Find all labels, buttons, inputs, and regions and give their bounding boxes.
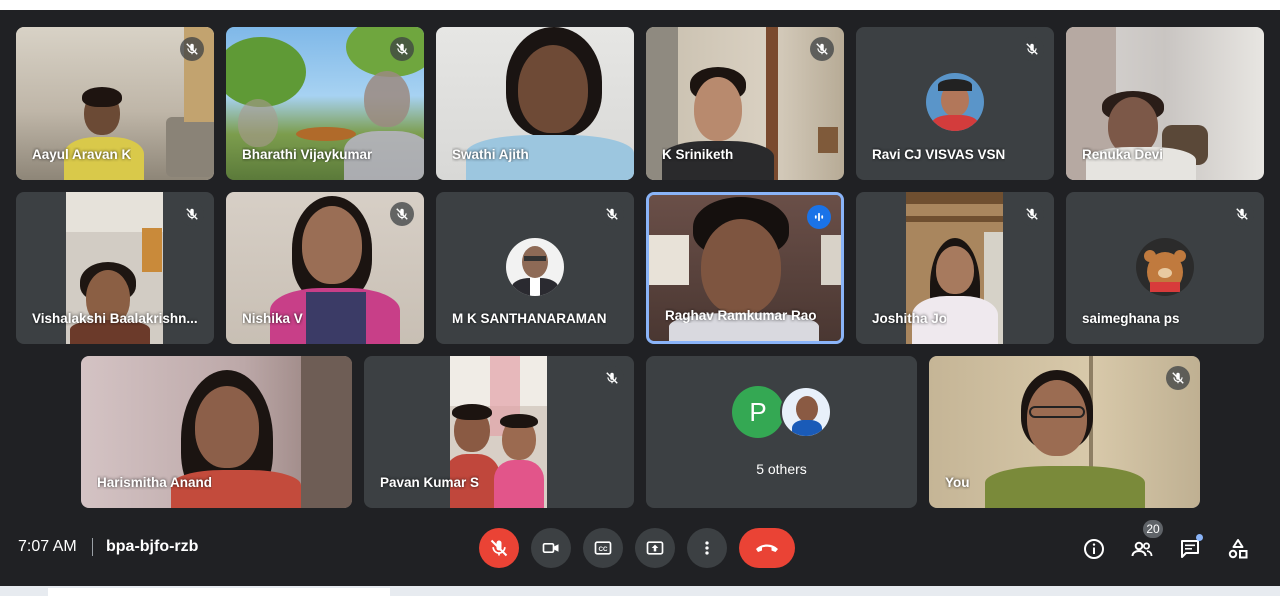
mic-off-icon bbox=[1020, 202, 1044, 226]
info-icon bbox=[1084, 539, 1104, 559]
meeting-controls-bar: 7:07 AM bpa-bjfo-rzb CC 20 bbox=[0, 516, 1280, 578]
self-tile[interactable]: You bbox=[929, 356, 1200, 508]
participant-tile-active-speaker[interactable]: Raghav Ramkumar Rao bbox=[646, 192, 844, 344]
participant-name: Swathi Ajith bbox=[452, 147, 529, 162]
participant-name: Renuka Devi bbox=[1082, 147, 1164, 162]
chat-notification-dot bbox=[1196, 534, 1203, 541]
present-button[interactable] bbox=[635, 528, 675, 568]
mic-off-icon bbox=[390, 202, 414, 226]
avatar bbox=[780, 386, 832, 438]
participant-tile[interactable]: K Sriniketh bbox=[646, 27, 844, 180]
participant-tile[interactable]: Joshitha Jo bbox=[856, 192, 1054, 344]
svg-text:CC: CC bbox=[598, 546, 608, 553]
mic-off-icon bbox=[490, 539, 508, 557]
participant-tile[interactable]: Harismitha Anand bbox=[81, 356, 352, 508]
mic-off-icon bbox=[1230, 202, 1254, 226]
chat-button[interactable] bbox=[1177, 534, 1203, 562]
os-taskbar bbox=[0, 586, 1280, 596]
participant-tile[interactable]: Aayul Aravan K bbox=[16, 27, 214, 180]
present-icon bbox=[646, 541, 664, 555]
participant-name: Nishika V bbox=[242, 311, 303, 326]
mic-off-icon bbox=[180, 37, 204, 61]
participant-tile[interactable]: Renuka Devi bbox=[1066, 27, 1264, 180]
captions-button[interactable]: CC bbox=[583, 528, 623, 568]
mic-off-icon bbox=[180, 202, 204, 226]
participant-tile[interactable]: saimeghana ps bbox=[1066, 192, 1264, 344]
avatar bbox=[506, 238, 564, 296]
camera-toggle-button[interactable] bbox=[531, 528, 571, 568]
mic-off-icon bbox=[390, 37, 414, 61]
activities-icon bbox=[1228, 539, 1248, 559]
participant-tile[interactable]: Bharathi Vijaykumar bbox=[226, 27, 424, 180]
participant-count-badge: 20 bbox=[1143, 520, 1163, 538]
meeting-code: bpa-bjfo-rzb bbox=[106, 538, 199, 555]
participant-tile[interactable]: Vishalakshi Baalakrishn... bbox=[16, 192, 214, 344]
avatar bbox=[1136, 238, 1194, 296]
others-label: 5 others bbox=[756, 461, 807, 477]
end-call-icon bbox=[756, 544, 778, 552]
participant-tile[interactable]: Nishika V bbox=[226, 192, 424, 344]
camera-icon bbox=[542, 543, 559, 553]
more-vert-icon bbox=[705, 541, 709, 555]
top-edge-strip bbox=[0, 0, 1280, 10]
avatar-letter: P bbox=[749, 396, 767, 427]
avatar bbox=[926, 73, 984, 131]
meeting-details-button[interactable] bbox=[1081, 536, 1107, 562]
others-tile[interactable]: P 5 others bbox=[646, 356, 917, 508]
meeting-time: 7:07 AM bbox=[18, 538, 77, 555]
participant-name: Harismitha Anand bbox=[97, 475, 213, 490]
participant-name: You bbox=[945, 475, 970, 490]
participant-tile[interactable]: Swathi Ajith bbox=[436, 27, 634, 180]
end-call-button[interactable] bbox=[739, 528, 795, 568]
participant-name: Pavan Kumar S bbox=[380, 475, 480, 490]
participant-name: Raghav Ramkumar Rao bbox=[665, 308, 817, 323]
activities-button[interactable] bbox=[1225, 536, 1251, 562]
participant-name: saimeghana ps bbox=[1082, 311, 1180, 326]
participants-button[interactable] bbox=[1129, 536, 1155, 562]
participant-name: Aayul Aravan K bbox=[32, 147, 132, 162]
participant-name: M K SANTHANARAMAN bbox=[452, 311, 607, 326]
mic-off-icon bbox=[600, 366, 624, 390]
participant-tile[interactable]: Pavan Kumar S bbox=[364, 356, 634, 508]
more-options-button[interactable] bbox=[687, 528, 727, 568]
divider bbox=[92, 538, 93, 556]
participant-name: K Sriniketh bbox=[662, 147, 734, 162]
participant-name: Ravi CJ VISVAS VSN bbox=[872, 147, 1006, 162]
participant-name: Joshitha Jo bbox=[872, 311, 948, 326]
mic-off-icon bbox=[810, 37, 834, 61]
speaking-indicator-icon bbox=[807, 205, 831, 229]
participant-name: Vishalakshi Baalakrishn... bbox=[32, 311, 198, 326]
mic-off-icon bbox=[600, 202, 624, 226]
participant-name: Bharathi Vijaykumar bbox=[242, 147, 373, 162]
participant-tile[interactable]: Ravi CJ VISVAS VSN bbox=[856, 27, 1054, 180]
participant-tile[interactable]: M K SANTHANARAMAN bbox=[436, 192, 634, 344]
mic-toggle-button[interactable] bbox=[479, 528, 519, 568]
avatar: P bbox=[732, 386, 784, 438]
mic-off-icon bbox=[1020, 37, 1044, 61]
taskbar-search[interactable] bbox=[48, 588, 390, 596]
people-icon bbox=[1131, 541, 1153, 557]
captions-icon: CC bbox=[594, 541, 612, 555]
mic-off-icon bbox=[1166, 366, 1190, 390]
